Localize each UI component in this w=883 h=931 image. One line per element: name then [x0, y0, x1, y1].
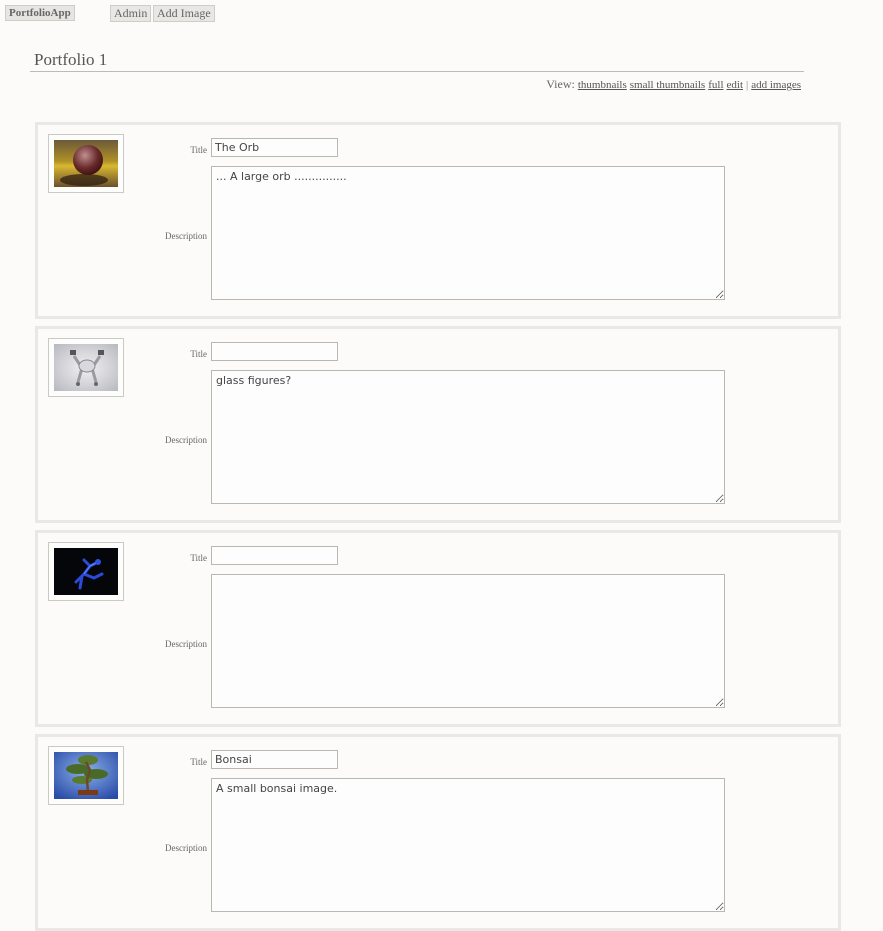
image-card: Title Description ... A large orb ......…	[35, 122, 841, 319]
image-card: Title Description glass figures?	[35, 326, 841, 523]
blue-figure-icon	[54, 548, 118, 595]
title-label: Title	[190, 553, 207, 563]
description-label: Description	[165, 231, 207, 241]
page-title: Portfolio 1	[34, 50, 108, 69]
image-thumbnail[interactable]	[48, 134, 124, 193]
description-label: Description	[165, 435, 207, 445]
description-label: Description	[165, 639, 207, 649]
description-textarea[interactable]: ... A large orb ...............	[211, 166, 725, 300]
orb-icon	[54, 140, 118, 187]
title-input[interactable]	[211, 342, 338, 361]
title-label: Title	[190, 349, 207, 359]
description-textarea[interactable]: glass figures?	[211, 370, 725, 504]
admin-button[interactable]: Admin	[110, 5, 152, 22]
description-textarea[interactable]	[211, 574, 725, 708]
description-label: Description	[165, 843, 207, 853]
glass-figures-icon	[54, 344, 118, 391]
image-thumbnail[interactable]	[48, 542, 124, 601]
view-thumbnails-link[interactable]: thumbnails	[578, 79, 627, 91]
description-textarea[interactable]: A small bonsai image.	[211, 778, 725, 912]
title-label: Title	[190, 145, 207, 155]
bonsai-icon	[54, 752, 118, 799]
title-divider	[30, 71, 804, 72]
title-input[interactable]	[211, 546, 338, 565]
brand-logo[interactable]: PortfolioApp	[5, 5, 75, 21]
view-edit-link[interactable]: edit	[727, 79, 744, 91]
view-full-link[interactable]: full	[708, 79, 723, 91]
add-image-button[interactable]: Add Image	[153, 5, 215, 22]
image-card: Title Description A small bonsai image.	[35, 734, 841, 931]
add-images-link[interactable]: add images	[751, 79, 801, 91]
title-input[interactable]	[211, 750, 338, 769]
view-separator: |	[746, 79, 749, 91]
view-bar: View: thumbnails small thumbnails full e…	[546, 77, 801, 92]
view-label: View:	[546, 77, 575, 91]
view-small-thumbnails-link[interactable]: small thumbnails	[630, 79, 705, 91]
image-card: Title Description	[35, 530, 841, 727]
image-thumbnail[interactable]	[48, 746, 124, 805]
title-label: Title	[190, 757, 207, 767]
image-thumbnail[interactable]	[48, 338, 124, 397]
title-input[interactable]	[211, 138, 338, 157]
